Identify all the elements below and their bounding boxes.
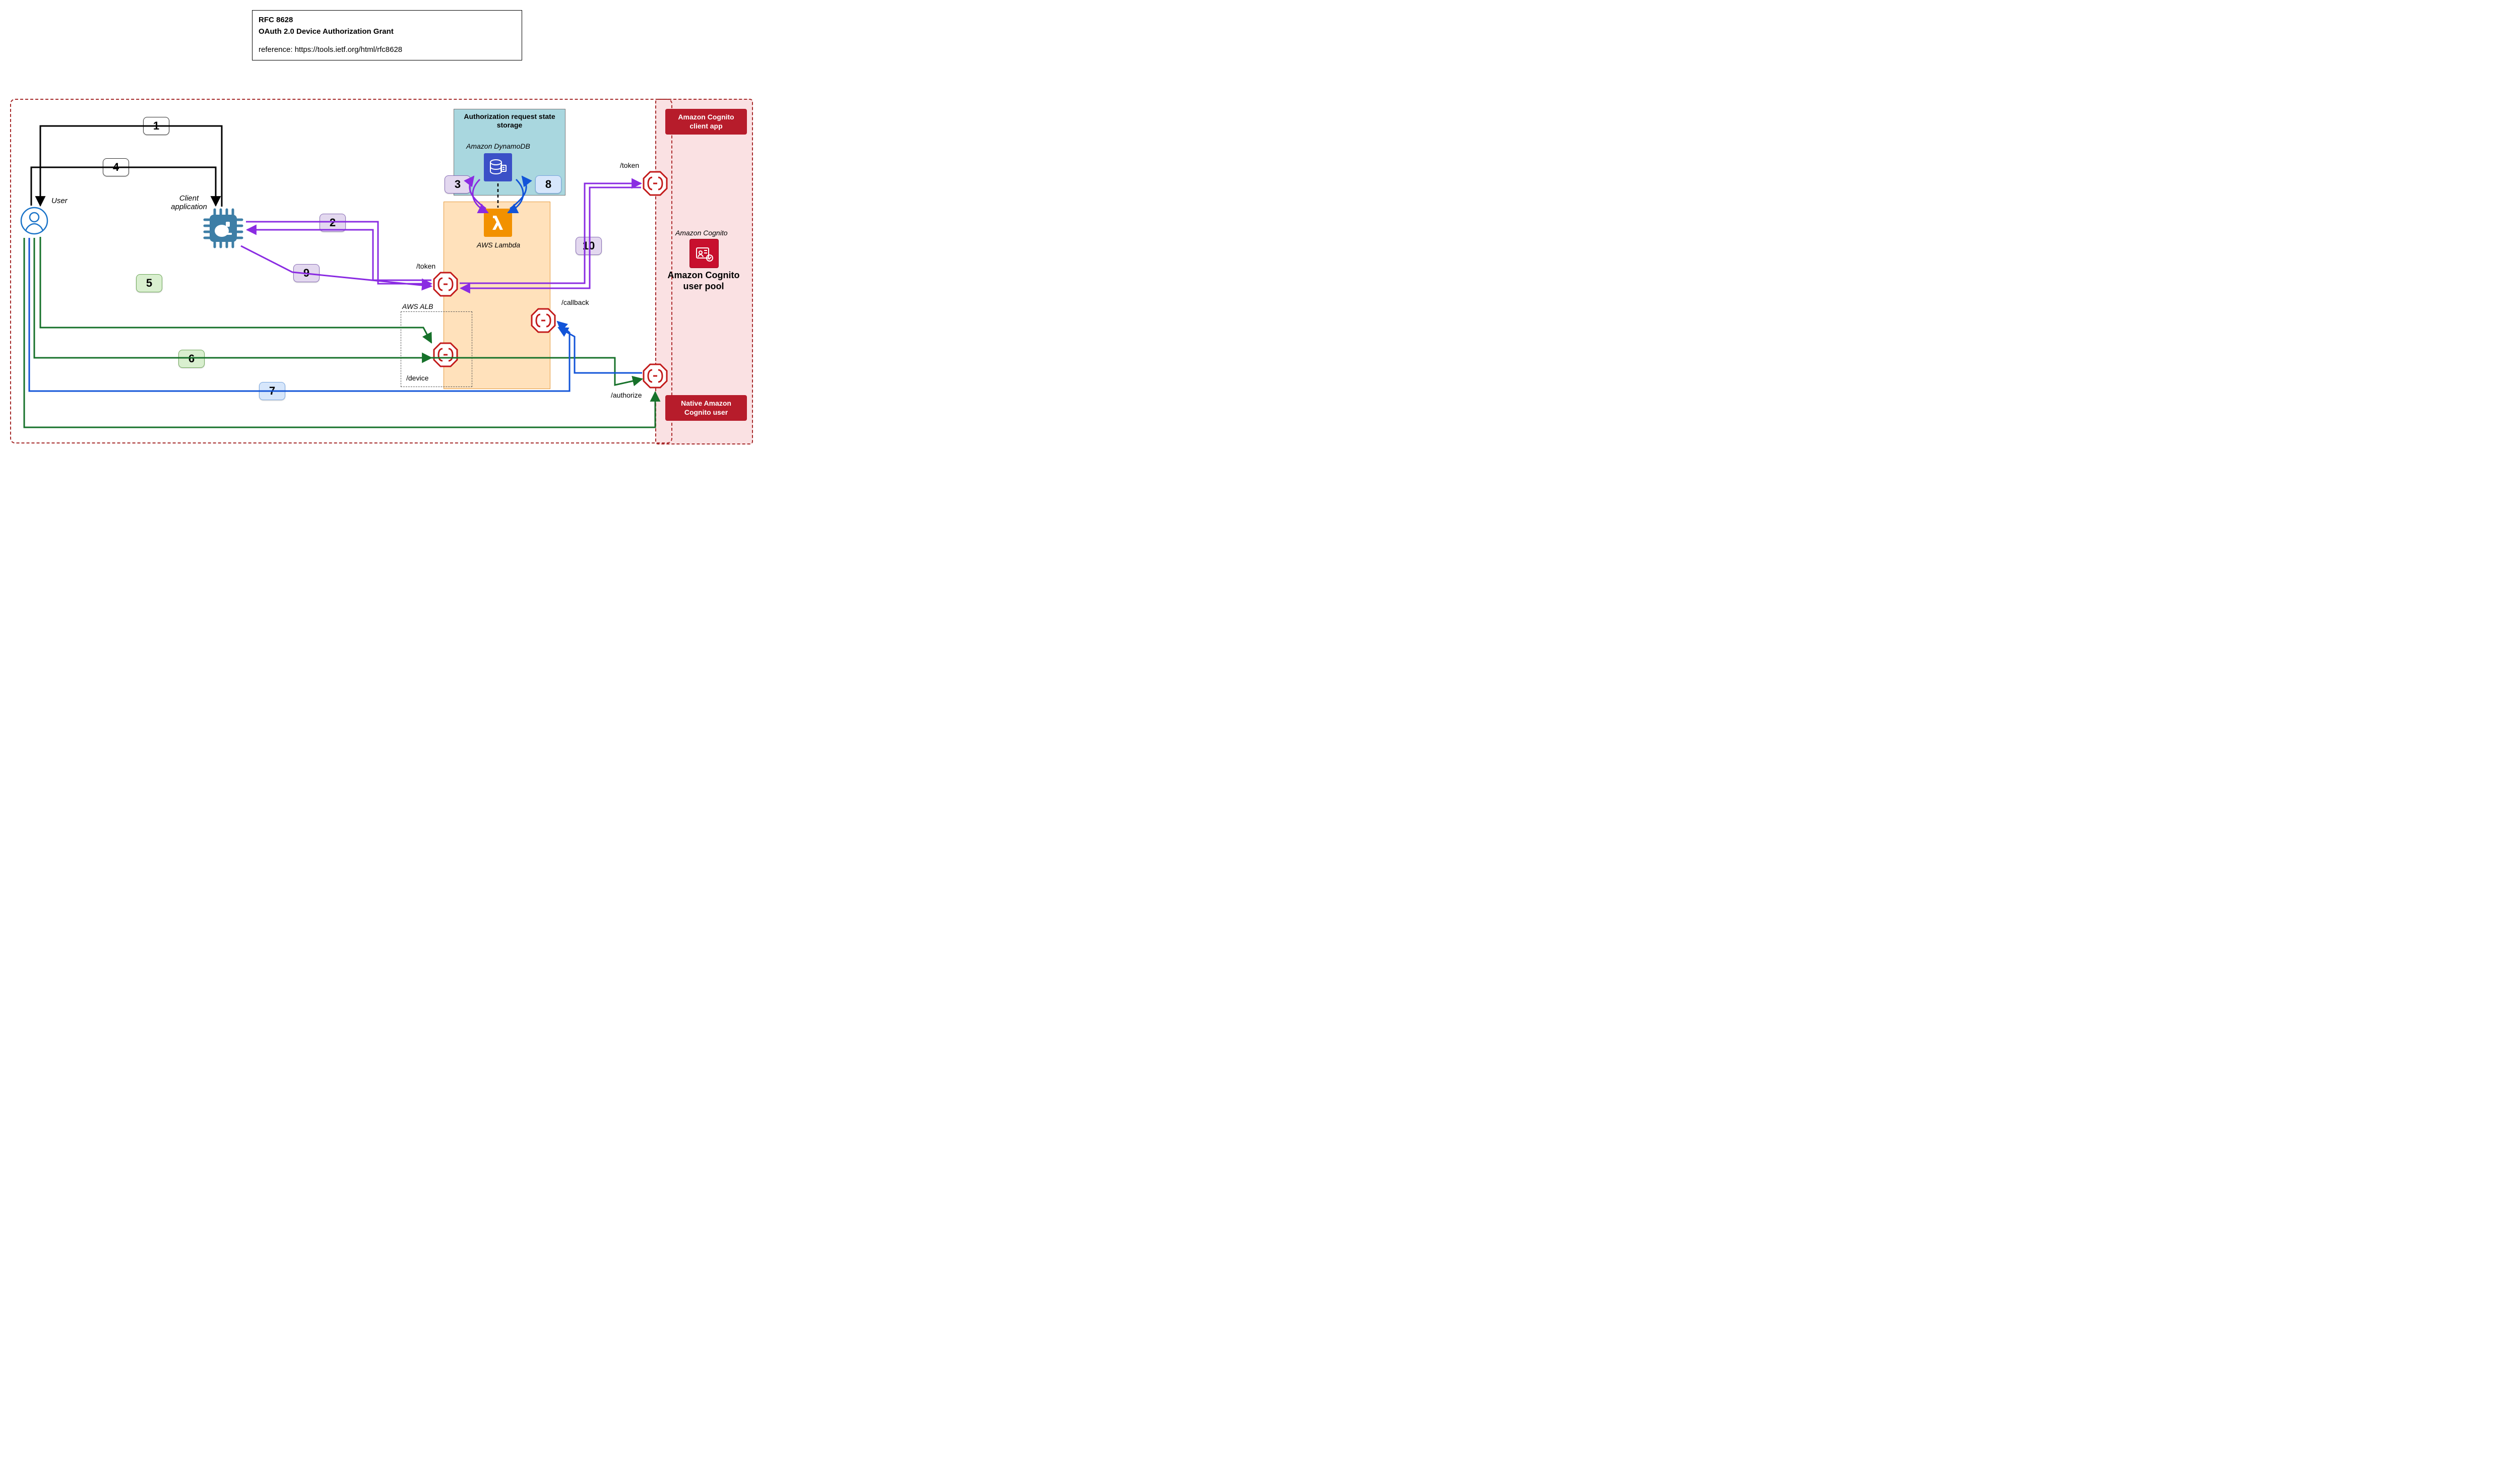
user-icon bbox=[20, 207, 48, 237]
endpoint-token-cognito-label: /token bbox=[620, 161, 639, 169]
alb-label: AWS ALB bbox=[402, 302, 433, 310]
endpoint-device-label: /device bbox=[406, 374, 428, 382]
endpoint-token-lambda bbox=[432, 271, 459, 297]
cognito-pool-label: Amazon Cognito user pool bbox=[663, 270, 744, 292]
endpoint-authorize-label: /authorize bbox=[611, 391, 642, 399]
title-box: RFC 8628 OAuth 2.0 Device Authorization … bbox=[252, 10, 522, 60]
lambda-label: AWS Lambda bbox=[477, 241, 520, 249]
cognito-client-badge: Amazon Cognito client app bbox=[665, 109, 747, 135]
cognito-label: Amazon Cognito bbox=[675, 229, 728, 237]
step-7: 7 bbox=[259, 382, 285, 400]
step-5: 5 bbox=[136, 274, 162, 292]
endpoint-callback-label: /callback bbox=[561, 298, 589, 306]
cognito-icon bbox=[689, 239, 719, 268]
step-9: 9 bbox=[293, 264, 320, 282]
storage-header: Authorization request state storage bbox=[454, 109, 565, 130]
lambda-icon bbox=[484, 209, 512, 237]
step-4: 4 bbox=[103, 158, 129, 176]
dynamodb-icon bbox=[484, 153, 512, 181]
title-reference: reference: https://tools.ietf.org/html/r… bbox=[259, 44, 516, 56]
title-rfc: RFC 8628 bbox=[259, 15, 516, 26]
dynamodb-label: Amazon DynamoDB bbox=[466, 142, 530, 150]
endpoint-device bbox=[432, 342, 459, 368]
step-10: 10 bbox=[576, 237, 602, 255]
title-grant: OAuth 2.0 Device Authorization Grant bbox=[259, 26, 516, 38]
client-app-icon bbox=[202, 207, 245, 252]
step-2: 2 bbox=[320, 214, 346, 232]
solution-boundary bbox=[10, 99, 672, 443]
user-label: User bbox=[51, 197, 68, 205]
cognito-user-badge: Native Amazon Cognito user bbox=[665, 395, 747, 421]
endpoint-authorize bbox=[642, 363, 668, 389]
endpoint-callback bbox=[530, 307, 556, 334]
step-6: 6 bbox=[178, 350, 205, 368]
step-8: 8 bbox=[535, 175, 561, 194]
endpoint-token-cognito bbox=[642, 170, 668, 197]
endpoint-token-lambda-label: /token bbox=[416, 262, 435, 270]
step-1: 1 bbox=[143, 117, 169, 135]
diagram-canvas: RFC 8628 OAuth 2.0 Device Authorization … bbox=[10, 10, 766, 454]
step-3: 3 bbox=[445, 175, 471, 194]
